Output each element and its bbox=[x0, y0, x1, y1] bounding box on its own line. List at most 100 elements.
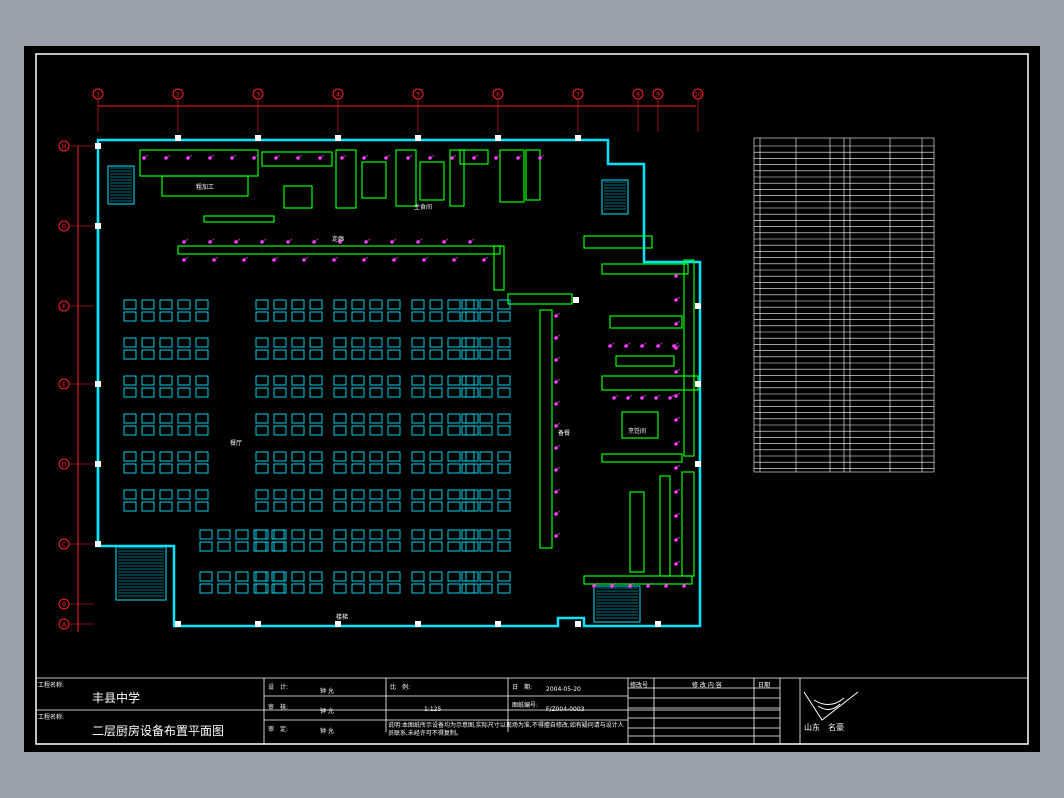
dining-table bbox=[465, 451, 479, 462]
dining-table bbox=[333, 337, 347, 348]
dining-table bbox=[351, 463, 365, 474]
dining-table bbox=[351, 311, 365, 322]
dining-table bbox=[497, 489, 511, 500]
dining-table bbox=[333, 375, 347, 386]
dining-table bbox=[177, 413, 191, 424]
equipment-legend-table bbox=[753, 137, 935, 473]
column bbox=[415, 135, 421, 141]
grid-axis-label: 7 bbox=[576, 92, 580, 99]
dining-table bbox=[479, 337, 493, 348]
revision-date-label: 日期 bbox=[758, 682, 771, 689]
dining-table bbox=[461, 413, 475, 424]
dining-table bbox=[273, 451, 287, 462]
stairs bbox=[107, 165, 641, 623]
dining-table bbox=[199, 571, 213, 582]
dining-table bbox=[447, 583, 461, 594]
dining-table bbox=[387, 541, 401, 552]
dining-table bbox=[333, 541, 347, 552]
dining-table bbox=[369, 413, 383, 424]
stairs-label: 楼梯 bbox=[336, 614, 349, 621]
floor-plan-drawing: 1 2 3 4 5 6 7 8 9 10 H G F E D C B A bbox=[35, 53, 1029, 745]
dining-table bbox=[123, 337, 137, 348]
dining-table bbox=[387, 413, 401, 424]
dining-table bbox=[195, 299, 209, 310]
project-name: 丰县中学 bbox=[92, 691, 141, 705]
column bbox=[695, 303, 701, 309]
dining-table bbox=[387, 463, 401, 474]
dining-table bbox=[195, 425, 209, 436]
column bbox=[95, 461, 101, 467]
dining-table bbox=[255, 413, 269, 424]
dining-table bbox=[369, 541, 383, 552]
dining-table bbox=[333, 501, 347, 512]
dining-table bbox=[333, 529, 347, 540]
dining-table bbox=[123, 413, 137, 424]
dining-table bbox=[195, 349, 209, 360]
grid-axis-label: 4 bbox=[336, 92, 340, 99]
dining-hall-label: 餐厅 bbox=[230, 440, 243, 447]
dining-table bbox=[141, 425, 155, 436]
dining-table bbox=[387, 311, 401, 322]
drawing-no-value: F/Z004-0003 bbox=[546, 706, 585, 713]
dining-table bbox=[411, 311, 425, 322]
dining-table bbox=[411, 337, 425, 348]
dining-table bbox=[465, 337, 479, 348]
dining-table bbox=[465, 387, 479, 398]
dining-table bbox=[123, 489, 137, 500]
dining-table bbox=[479, 463, 493, 474]
dining-table bbox=[255, 501, 269, 512]
dining-table bbox=[177, 387, 191, 398]
dining-table bbox=[411, 583, 425, 594]
cad-viewport[interactable]: 1 2 3 4 5 6 7 8 9 10 HGFEDCBA 工程名称: 丰县中学… bbox=[24, 46, 1040, 752]
dining-table bbox=[429, 489, 443, 500]
dining-table bbox=[255, 337, 269, 348]
dining-table bbox=[141, 489, 155, 500]
scale-label: 比 例: bbox=[390, 684, 411, 691]
dining-table bbox=[217, 583, 231, 594]
dining-table bbox=[195, 387, 209, 398]
dining-table bbox=[309, 571, 323, 582]
dining-table bbox=[411, 489, 425, 500]
dining-tables bbox=[123, 299, 511, 594]
dining-table bbox=[309, 337, 323, 348]
dining-table bbox=[351, 501, 365, 512]
dining-table bbox=[447, 349, 461, 360]
dining-table bbox=[351, 583, 365, 594]
dining-table bbox=[159, 463, 173, 474]
scale-value: 1:125 bbox=[424, 706, 442, 713]
dining-table bbox=[159, 501, 173, 512]
signature-2: 钟 允 bbox=[320, 708, 334, 715]
dining-table bbox=[387, 425, 401, 436]
dining-table bbox=[465, 529, 479, 540]
dining-table bbox=[273, 489, 287, 500]
dining-table bbox=[429, 501, 443, 512]
dining-table bbox=[255, 463, 269, 474]
dining-table bbox=[195, 463, 209, 474]
dining-table bbox=[479, 529, 493, 540]
dining-table bbox=[291, 451, 305, 462]
dining-table bbox=[333, 311, 347, 322]
column bbox=[175, 135, 181, 141]
dining-table bbox=[411, 541, 425, 552]
dining-table bbox=[351, 541, 365, 552]
dining-table bbox=[333, 413, 347, 424]
dining-table bbox=[333, 463, 347, 474]
dining-table bbox=[479, 489, 493, 500]
dining-table bbox=[273, 387, 287, 398]
dining-table bbox=[387, 489, 401, 500]
dining-table bbox=[255, 425, 269, 436]
dining-table bbox=[291, 349, 305, 360]
dining-table bbox=[273, 311, 287, 322]
dining-table bbox=[177, 451, 191, 462]
dining-table bbox=[447, 425, 461, 436]
dining-table bbox=[123, 501, 137, 512]
dining-table bbox=[411, 501, 425, 512]
dining-table bbox=[195, 413, 209, 424]
column bbox=[255, 621, 261, 627]
dining-table bbox=[497, 463, 511, 474]
dining-table bbox=[461, 299, 475, 310]
grid-axis-label: D bbox=[62, 462, 67, 469]
dining-table bbox=[291, 463, 305, 474]
dining-table bbox=[159, 451, 173, 462]
dining-table bbox=[429, 425, 443, 436]
